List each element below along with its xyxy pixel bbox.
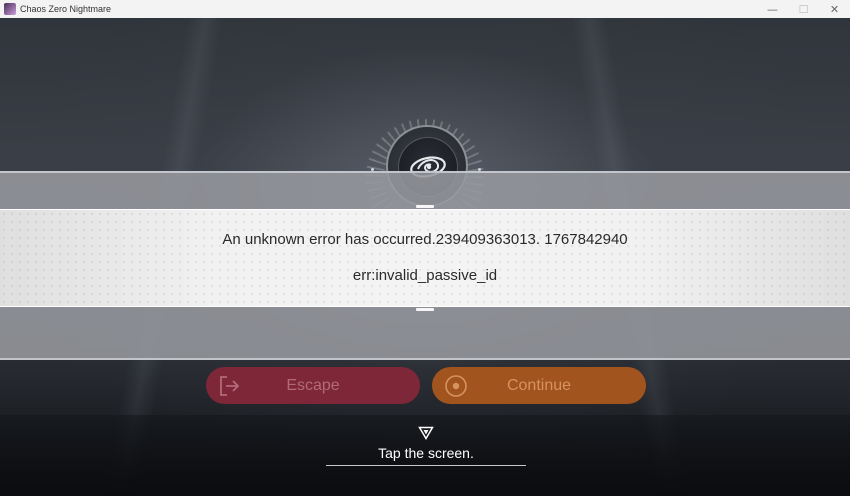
close-button[interactable]: ✕ bbox=[819, 0, 850, 18]
maximize-button[interactable]: ☐ bbox=[788, 0, 819, 18]
game-viewport[interactable]: An unknown error has occurred.2394093630… bbox=[0, 18, 850, 496]
tap-screen-prompt[interactable]: Tap the screen. bbox=[326, 445, 526, 461]
dialog-notch-top bbox=[416, 205, 434, 208]
continue-button[interactable]: Continue bbox=[432, 367, 646, 404]
error-code: err:invalid_passive_id bbox=[352, 267, 498, 284]
window-titlebar: Chaos Zero Nightmare — ☐ ✕ bbox=[0, 0, 850, 18]
error-message: An unknown error has occurred.2394093630… bbox=[222, 231, 628, 248]
down-triangle-icon bbox=[418, 426, 434, 440]
app-logo-icon bbox=[4, 3, 16, 15]
tap-prompt-underline bbox=[326, 465, 526, 466]
error-dialog: An unknown error has occurred.2394093630… bbox=[0, 209, 850, 307]
exit-door-arrow-icon bbox=[220, 376, 240, 396]
target-circle-icon bbox=[445, 375, 467, 397]
minimize-button[interactable]: — bbox=[757, 0, 788, 18]
escape-button[interactable]: Escape bbox=[206, 367, 420, 404]
window-controls: — ☐ ✕ bbox=[757, 0, 850, 18]
window-title: Chaos Zero Nightmare bbox=[20, 4, 112, 14]
dialog-notch-bottom bbox=[416, 308, 434, 311]
